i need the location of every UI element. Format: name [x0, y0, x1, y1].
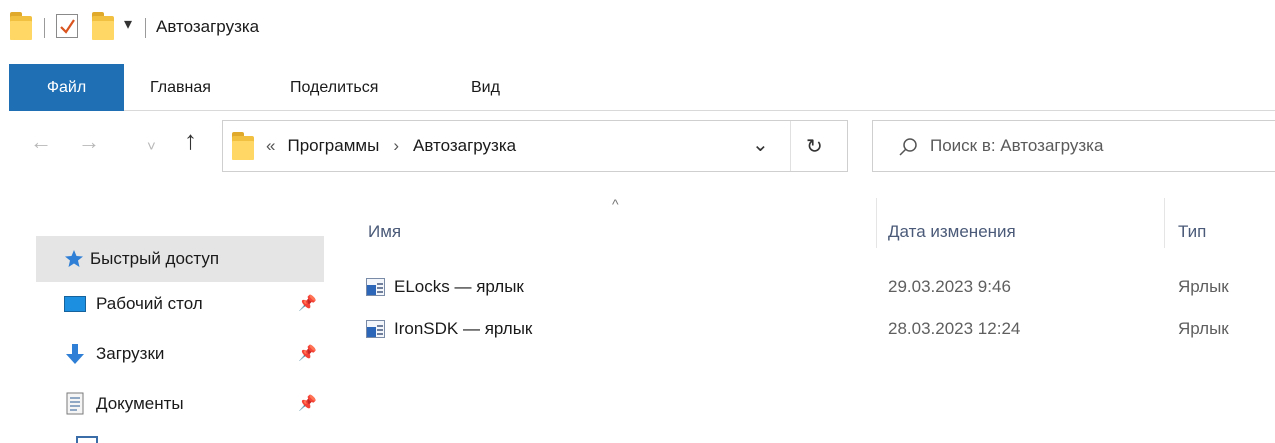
forward-button[interactable]: → — [78, 129, 100, 155]
pin-icon[interactable]: 📌 — [298, 344, 317, 362]
address-dropdown-button[interactable]: ⌄ — [752, 132, 769, 157]
breadcrumb-separator[interactable]: › — [393, 136, 399, 156]
column-divider[interactable] — [1164, 198, 1165, 248]
folder-icon — [10, 12, 32, 40]
downloads-icon — [66, 344, 84, 364]
tab-view[interactable]: Вид — [471, 64, 500, 111]
ribbon-divider — [124, 110, 1275, 111]
properties-icon[interactable] — [56, 14, 78, 38]
pin-icon[interactable]: 📌 — [298, 394, 317, 412]
breadcrumb-item[interactable]: Автозагрузка — [413, 136, 516, 156]
qat-dropdown-icon[interactable]: ▾ — [124, 14, 132, 34]
file-name: ELocks — ярлык — [394, 277, 524, 296]
search-input[interactable]: Поиск в: Автозагрузка — [930, 136, 1103, 156]
file-name: IronSDK — ярлык — [394, 319, 533, 338]
tab-file[interactable]: Файл — [9, 64, 124, 111]
search-icon — [899, 138, 917, 156]
star-icon — [65, 250, 83, 267]
sidebar-item-documents[interactable]: Документы — [64, 386, 184, 422]
shortcut-icon — [366, 277, 386, 297]
column-header-type[interactable]: Тип — [1178, 222, 1206, 242]
table-row[interactable]: ELocks — ярлык — [366, 272, 524, 302]
sidebar-item-desktop[interactable]: Рабочий стол — [64, 286, 203, 322]
sidebar-item-quick-access[interactable]: Быстрый доступ — [36, 236, 324, 282]
file-type: Ярлык — [1178, 277, 1229, 296]
tab-home[interactable]: Главная — [150, 64, 211, 111]
column-divider[interactable] — [876, 198, 877, 248]
sidebar-item-downloads[interactable]: Загрузки — [64, 336, 164, 372]
refresh-button[interactable]: ↻ — [806, 134, 823, 159]
up-button[interactable]: ↑ — [184, 125, 197, 156]
breadcrumb-item[interactable]: Программы — [287, 136, 379, 156]
sidebar-item-label: Загрузки — [96, 344, 165, 363]
toolbar-separator — [44, 18, 45, 38]
pin-icon[interactable]: 📌 — [298, 294, 317, 312]
address-divider — [790, 121, 791, 171]
file-modified: 29.03.2023 9:46 — [888, 277, 1011, 296]
file-type: Ярлык — [1178, 319, 1229, 338]
breadcrumb-overflow[interactable]: « — [266, 136, 275, 156]
toolbar-separator — [145, 18, 146, 38]
pictures-icon — [76, 436, 98, 443]
column-header-modified[interactable]: Дата изменения — [888, 222, 1016, 242]
desktop-icon — [64, 296, 86, 312]
checkmark-icon — [60, 19, 75, 34]
new-folder-icon[interactable] — [92, 12, 114, 40]
back-button[interactable]: ← — [30, 129, 52, 155]
folder-icon — [232, 132, 254, 160]
window-title: Автозагрузка — [156, 17, 260, 36]
tab-share[interactable]: Поделиться — [290, 64, 378, 111]
file-modified: 28.03.2023 12:24 — [888, 319, 1021, 338]
sidebar-item-label: Рабочий стол — [96, 294, 203, 313]
sidebar-item-label: Документы — [96, 394, 184, 413]
shortcut-icon — [366, 319, 386, 339]
documents-icon — [66, 392, 84, 415]
recent-locations-button[interactable]: ˅ — [147, 138, 156, 155]
table-row[interactable]: IronSDK — ярлык — [366, 314, 532, 344]
sidebar-item-label: Быстрый доступ — [90, 249, 220, 268]
breadcrumb: « Программы › Автозагрузка — [232, 129, 516, 163]
column-header-name[interactable]: Имя — [368, 222, 401, 242]
sort-ascending-icon[interactable]: ^ — [612, 196, 619, 212]
title-bar: ▾ Автозагрузка — [0, 0, 1275, 60]
